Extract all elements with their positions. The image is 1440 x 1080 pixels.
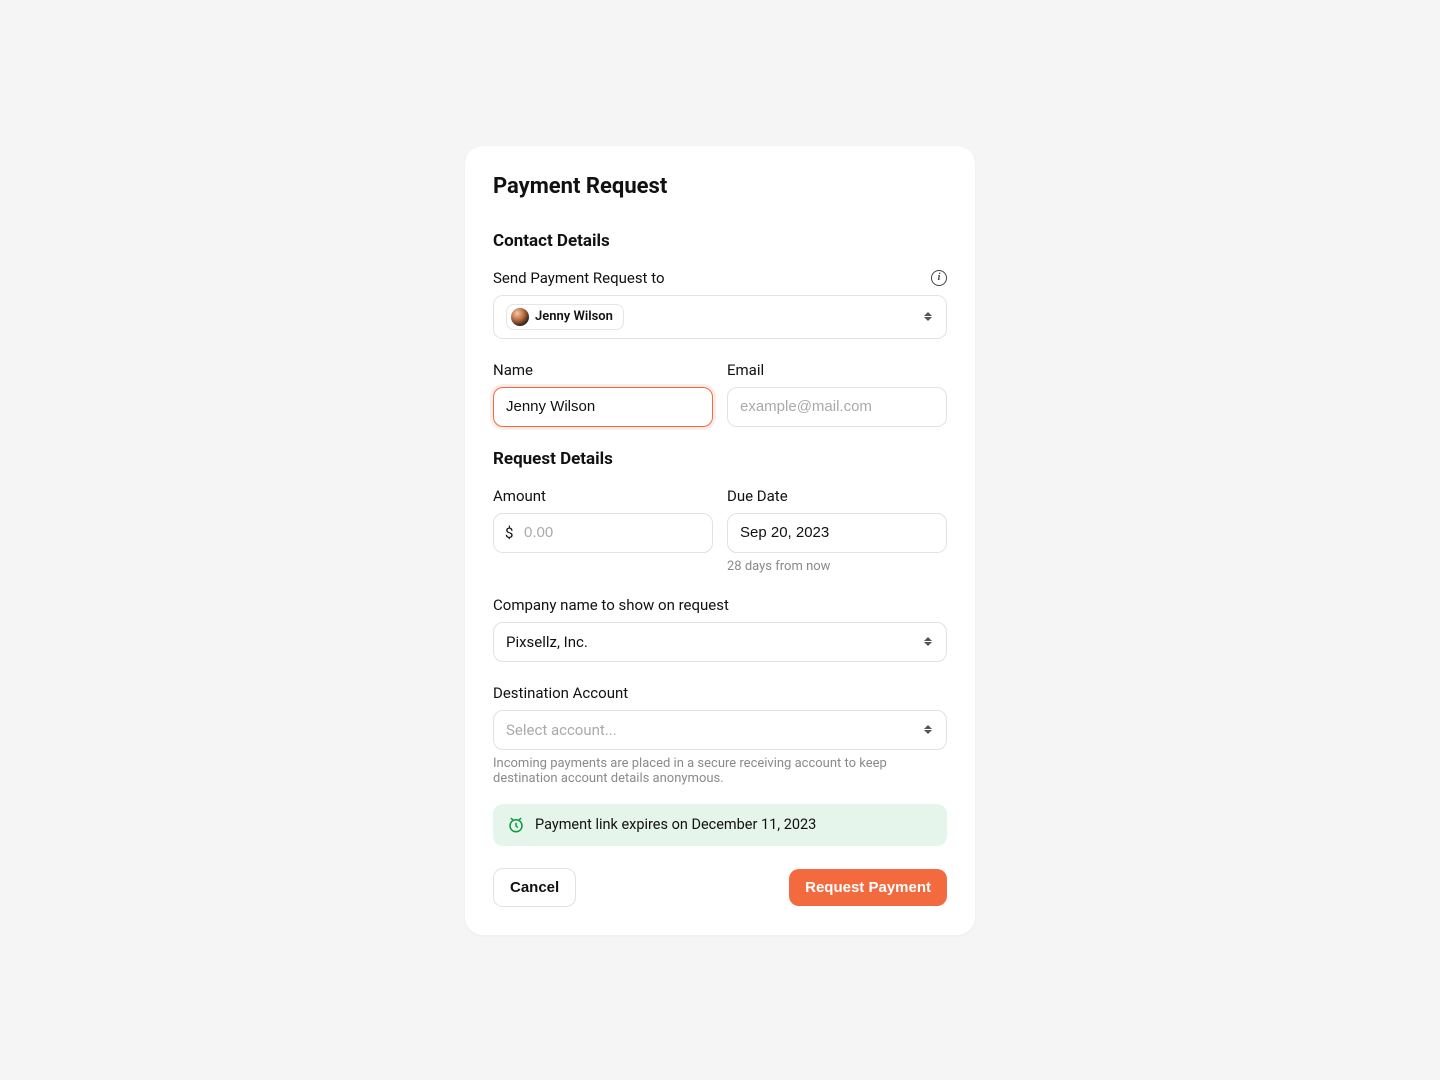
contact-chip: Jenny Wilson xyxy=(506,304,624,330)
amount-field: Amount $ xyxy=(493,487,713,574)
send-to-select[interactable]: Jenny Wilson xyxy=(493,295,947,339)
company-value: Pixsellz, Inc. xyxy=(506,633,588,651)
name-label: Name xyxy=(493,361,533,379)
expiry-text: Payment link expires on December 11, 202… xyxy=(535,816,816,833)
footer: Cancel Request Payment xyxy=(493,868,947,907)
name-field: Name xyxy=(493,361,713,427)
contact-details-section: Contact Details Send Payment Request to … xyxy=(493,231,947,427)
chevron-updown-icon xyxy=(922,312,934,321)
destination-helper: Incoming payments are placed in a secure… xyxy=(493,756,947,786)
destination-select[interactable]: Select account... xyxy=(493,710,947,750)
send-to-label: Send Payment Request to xyxy=(493,269,665,287)
company-select[interactable]: Pixsellz, Inc. xyxy=(493,622,947,662)
amount-input[interactable] xyxy=(493,513,713,553)
page-title: Payment Request xyxy=(493,174,947,199)
chevron-updown-icon xyxy=(922,725,934,734)
due-date-label: Due Date xyxy=(727,487,788,505)
clock-icon xyxy=(507,816,525,834)
email-field: Email xyxy=(727,361,947,427)
currency-prefix: $ xyxy=(505,524,513,542)
avatar-icon xyxy=(511,308,529,326)
name-input[interactable] xyxy=(493,387,713,427)
amount-label: Amount xyxy=(493,487,546,505)
company-field: Company name to show on request Pixsellz… xyxy=(493,596,947,662)
due-date-field: Due Date 28 days from now xyxy=(727,487,947,574)
email-label: Email xyxy=(727,361,764,379)
due-date-input[interactable] xyxy=(727,513,947,553)
chevron-updown-icon xyxy=(922,637,934,646)
payment-request-card: Payment Request Contact Details Send Pay… xyxy=(465,146,975,935)
contact-chip-name: Jenny Wilson xyxy=(535,309,613,324)
send-to-field: Send Payment Request to i Jenny Wilson xyxy=(493,269,947,339)
due-date-helper: 28 days from now xyxy=(727,559,947,574)
destination-placeholder: Select account... xyxy=(506,721,617,739)
cancel-button[interactable]: Cancel xyxy=(493,868,576,907)
request-section-title: Request Details xyxy=(493,449,947,469)
destination-label: Destination Account xyxy=(493,684,628,702)
request-payment-button[interactable]: Request Payment xyxy=(789,869,947,906)
email-input[interactable] xyxy=(727,387,947,427)
request-details-section: Request Details Amount $ Due Date 28 day… xyxy=(493,449,947,846)
contact-section-title: Contact Details xyxy=(493,231,947,251)
company-label: Company name to show on request xyxy=(493,596,729,614)
info-icon[interactable]: i xyxy=(931,270,947,286)
destination-field: Destination Account Select account... In… xyxy=(493,684,947,786)
expiry-notice: Payment link expires on December 11, 202… xyxy=(493,804,947,846)
